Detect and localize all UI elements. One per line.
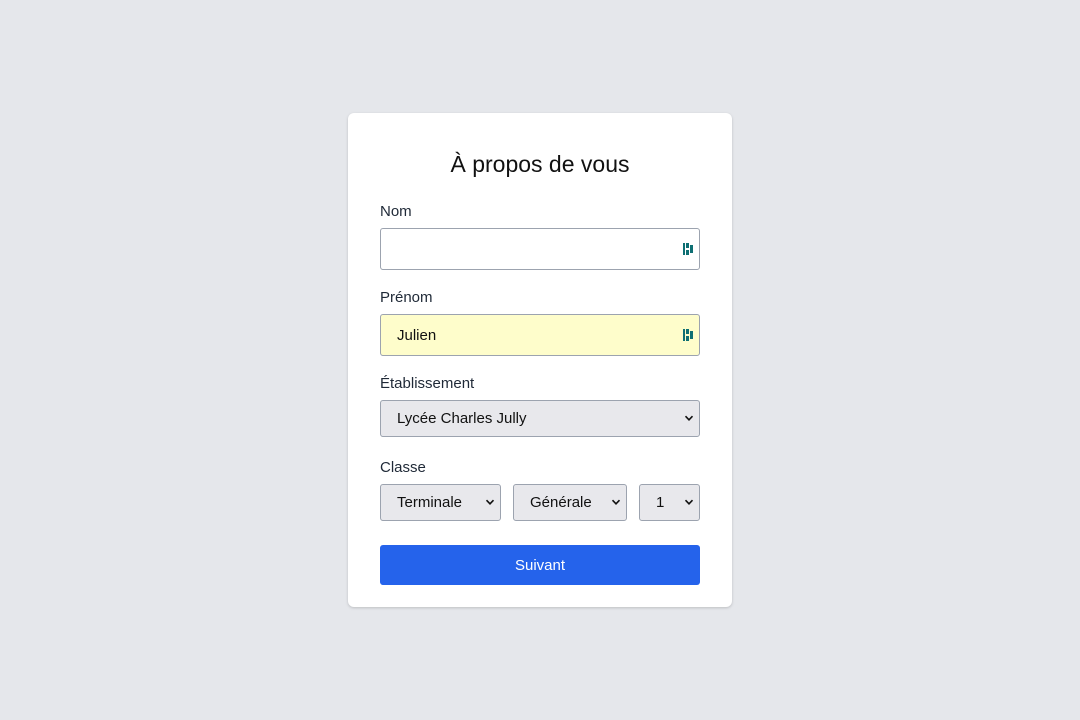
chevron-down-icon <box>684 415 694 421</box>
classe-niveau-selected: Terminale <box>397 494 463 511</box>
nom-group: Nom <box>380 203 700 270</box>
password-manager-icon[interactable] <box>683 328 694 342</box>
classe-row: Terminale Générale 1 <box>380 484 700 521</box>
classe-label: Classe <box>380 459 426 476</box>
nom-input-wrap <box>380 228 700 270</box>
classe-voie-select[interactable]: Générale <box>513 484 627 521</box>
prenom-input-wrap <box>380 314 700 356</box>
classe-numero-select[interactable]: 1 <box>639 484 700 521</box>
nom-label: Nom <box>380 203 412 220</box>
etablissement-select[interactable]: Lycée Charles Jully <box>380 400 700 437</box>
prenom-label: Prénom <box>380 289 433 306</box>
page-title: À propos de vous <box>450 151 630 177</box>
prenom-group: Prénom <box>380 289 700 356</box>
submit-row: Suivant <box>380 545 700 585</box>
prenom-input[interactable] <box>380 314 700 356</box>
etablissement-group: Établissement Lycée Charles Jully <box>380 375 700 437</box>
classe-group: Classe Terminale Générale 1 <box>380 459 700 521</box>
etablissement-label: Établissement <box>380 375 475 392</box>
chevron-down-icon <box>485 499 495 505</box>
nom-input[interactable] <box>380 228 700 270</box>
classe-numero-selected: 1 <box>656 494 665 511</box>
password-manager-icon[interactable] <box>683 242 694 256</box>
next-button[interactable]: Suivant <box>380 545 700 585</box>
chevron-down-icon <box>684 499 694 505</box>
classe-voie-selected: Générale <box>530 494 592 511</box>
classe-niveau-select[interactable]: Terminale <box>380 484 501 521</box>
chevron-down-icon <box>611 499 621 505</box>
etablissement-selected: Lycée Charles Jully <box>397 410 527 427</box>
about-you-card: À propos de vous Nom Prénom Julien Établ… <box>348 113 732 607</box>
